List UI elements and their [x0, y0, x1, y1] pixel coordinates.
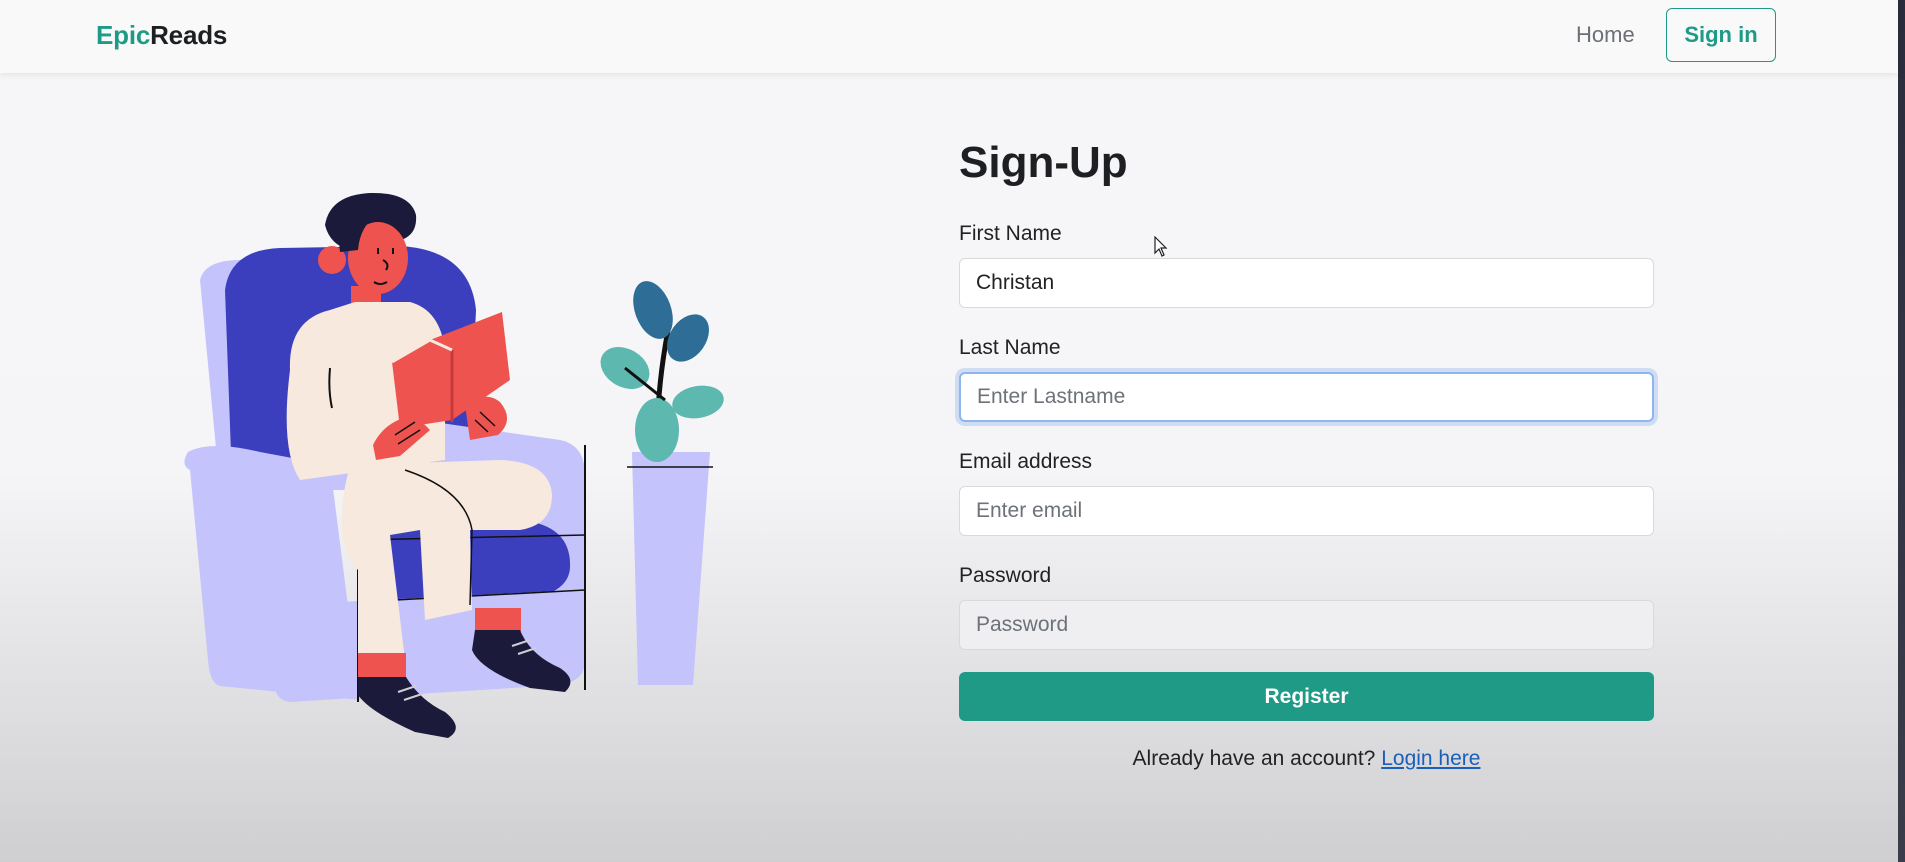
email-label: Email address [959, 450, 1093, 473]
brand-part-reads: Reads [150, 20, 228, 50]
reading-illustration [184, 192, 724, 738]
first-name-label: First Name [959, 222, 1062, 245]
login-link[interactable]: Login here [1381, 747, 1480, 770]
first-name-field[interactable] [959, 258, 1654, 308]
plant-pot [632, 452, 710, 685]
password-label: Password [959, 564, 1052, 587]
last-name-label: Last Name [959, 336, 1061, 359]
window-edge-strip [1898, 0, 1905, 862]
page-title: Sign-Up [959, 138, 1128, 187]
login-prompt-text: Already have an account? [1132, 747, 1376, 770]
mouse-cursor-icon [1154, 236, 1168, 257]
register-button[interactable]: Register [959, 672, 1654, 721]
brand-part-epic: Epic [96, 20, 151, 50]
navbar: EpicReads Home Sign in [0, 0, 1898, 73]
brand-logo[interactable]: EpicReads [96, 20, 227, 51]
signin-button[interactable]: Sign in [1666, 8, 1776, 62]
login-prompt: Already have an account? Login here [959, 747, 1654, 771]
nav-home-link[interactable]: Home [1576, 22, 1635, 48]
signup-form: Sign-Up First Name Last Name Email addre… [959, 138, 1654, 771]
email-field[interactable] [959, 486, 1654, 536]
leaf [635, 398, 679, 462]
last-name-field[interactable] [959, 372, 1654, 422]
password-field[interactable] [959, 600, 1654, 650]
